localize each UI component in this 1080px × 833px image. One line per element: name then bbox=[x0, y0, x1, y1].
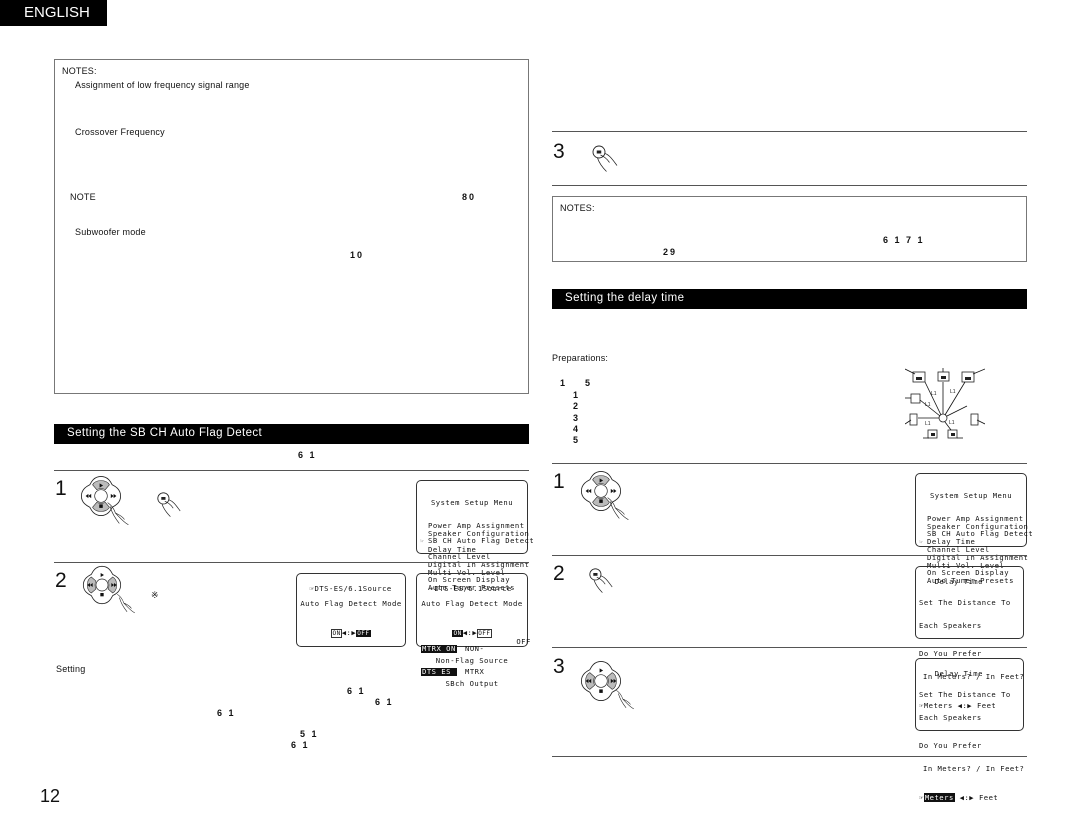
divider bbox=[54, 562, 529, 563]
osd-line: ☞DTS-ES/6.1Source bbox=[429, 583, 512, 593]
setting-label: Setting bbox=[56, 664, 86, 674]
notes-heading: NOTES: bbox=[560, 203, 595, 213]
divider bbox=[552, 131, 1027, 132]
divider bbox=[552, 185, 1027, 186]
osd-arrows: ◀:▶ bbox=[959, 792, 975, 802]
preparation-item-number: 4 bbox=[573, 423, 581, 434]
divider bbox=[552, 555, 1027, 556]
enter-button-icon bbox=[590, 143, 620, 173]
osd-option-off: OFF bbox=[516, 636, 531, 646]
osd-auto-flag-mode-off: ☞DTS-ES/6.1Source Auto Flag Detect Mode … bbox=[296, 573, 406, 647]
prep-range-start: 1 bbox=[560, 378, 568, 388]
section-title-sb-ch: Setting the SB CH Auto Flag Detect bbox=[54, 424, 529, 444]
osd-title: Delay Time bbox=[934, 668, 983, 678]
osd-auto-flag-mode-on: ☞DTS-ES/6.1Source Auto Flag Detect Mode … bbox=[416, 573, 531, 687]
subwoofer-page-ref: 10 bbox=[350, 250, 365, 260]
osd-delay-time-unit: Delay Time Set The Distance To Each Spea… bbox=[915, 566, 1024, 709]
distance-label: L1 bbox=[949, 420, 955, 426]
note-label: NOTE bbox=[70, 192, 96, 202]
page-number: 12 bbox=[40, 786, 61, 806]
asterisk-mark: ※ bbox=[151, 590, 159, 600]
section-title-delay-time: Setting the delay time bbox=[552, 289, 1027, 309]
osd-option-dts-es: DTS ES bbox=[421, 668, 457, 676]
step-number: 1 bbox=[55, 477, 67, 500]
osd-line: In Meters? / In Feet? bbox=[923, 764, 1025, 774]
note-item-low-frequency: Assignment of low frequency signal range bbox=[75, 80, 250, 90]
osd-line: Each Speakers bbox=[919, 620, 982, 630]
osd-option-on: ON bbox=[331, 628, 342, 638]
osd-title: Delay Time bbox=[934, 576, 983, 586]
osd-line: Each Speakers bbox=[919, 712, 982, 722]
osd-system-setup-menu: System Setup Menu Power Amp Assignment Sp… bbox=[416, 480, 534, 591]
osd-line: Set The Distance To bbox=[919, 689, 1011, 699]
osd-option-mtrx-on: MTRX ON bbox=[421, 644, 457, 654]
osd-line: Do You Prefer bbox=[919, 741, 982, 751]
page-ref: 6 1 bbox=[347, 686, 366, 696]
distance-label: L1 bbox=[925, 402, 931, 408]
listener-icon bbox=[938, 413, 948, 423]
preparation-item-number: 1 bbox=[573, 390, 581, 400]
distance-label: L1 bbox=[925, 421, 931, 427]
note-item-subwoofer: Subwoofer mode bbox=[75, 227, 146, 237]
divider bbox=[54, 470, 529, 471]
osd-arrows: ◀:▶ bbox=[341, 627, 357, 637]
notes-box: NOTES: Assignment of low frequency signa… bbox=[54, 59, 529, 394]
speaker-side-left-icon bbox=[909, 413, 918, 426]
page-ref: 5 1 bbox=[300, 729, 319, 739]
enter-button-icon bbox=[587, 566, 615, 594]
notes-box: NOTES: 6 1 7 1 29 bbox=[552, 196, 1027, 262]
osd-cursor: ☞ bbox=[420, 538, 425, 546]
osd-line: Set The Distance To bbox=[919, 597, 1011, 607]
step-number: 3 bbox=[553, 140, 565, 163]
prep-range-end: 5 bbox=[585, 378, 593, 388]
osd-option-meters-selected: Meters bbox=[923, 792, 955, 802]
osd-line: Do You Prefer bbox=[919, 649, 982, 659]
note-item-crossover: Crossover Frequency bbox=[75, 127, 165, 137]
osd-option-feet: Feet bbox=[978, 792, 999, 802]
enter-button-icon bbox=[155, 490, 183, 518]
page-ref: 6 1 bbox=[291, 740, 310, 750]
speaker-layout-diagram: L1 L1 L1 L1 L1 bbox=[905, 368, 985, 439]
hand-icon bbox=[115, 592, 137, 614]
section-page-ref: 6 1 bbox=[298, 450, 317, 460]
page-ref: 6 1 7 1 bbox=[883, 235, 925, 245]
page-ref: 6 1 bbox=[217, 708, 236, 718]
divider bbox=[552, 756, 1027, 757]
osd-line: Auto Flag Detect Mode bbox=[300, 598, 402, 608]
osd-title: System Setup Menu bbox=[430, 498, 514, 508]
step-number: 2 bbox=[553, 562, 565, 585]
hand-icon bbox=[614, 688, 636, 710]
divider bbox=[552, 463, 1027, 464]
speaker-surround-left-icon bbox=[910, 393, 921, 404]
language-tab: ENGLISH bbox=[0, 0, 107, 26]
page-ref: 29 bbox=[663, 247, 678, 257]
osd-cursor: ☞ bbox=[919, 538, 924, 546]
hand-icon bbox=[605, 495, 631, 521]
page-ref: 6 1 bbox=[375, 697, 394, 707]
step-number: 2 bbox=[55, 569, 67, 592]
preparation-item-number: 3 bbox=[573, 412, 581, 423]
preparations-label: Preparations: bbox=[552, 353, 609, 363]
divider bbox=[552, 647, 1027, 648]
note-page-ref: 80 bbox=[462, 192, 477, 202]
osd-title: System Setup Menu bbox=[929, 491, 1013, 501]
notes-heading: NOTES: bbox=[62, 66, 97, 76]
osd-line: Auto Flag Detect Mode bbox=[421, 598, 523, 608]
osd-option-mtrx: MTRX bbox=[465, 666, 485, 676]
step-number: 3 bbox=[553, 655, 565, 678]
osd-delay-time-meters: Delay Time Set The Distance To Each Spea… bbox=[915, 658, 1024, 802]
preparation-item-number: 2 bbox=[573, 401, 581, 412]
hand-icon bbox=[105, 500, 131, 526]
preparation-item-number: 5 bbox=[573, 435, 581, 446]
distance-label: L1 bbox=[931, 391, 937, 397]
speaker-side-right-icon bbox=[970, 413, 979, 426]
distance-label: L1 bbox=[950, 389, 956, 395]
osd-line: ☞DTS-ES/6.1Source bbox=[309, 583, 392, 593]
step-number: 1 bbox=[553, 470, 565, 493]
osd-system-setup-menu: System Setup Menu Power Amp Assignment Sp… bbox=[915, 473, 1033, 584]
osd-option-non: NON- bbox=[465, 644, 485, 654]
osd-option-off-selected: OFF bbox=[356, 629, 371, 637]
